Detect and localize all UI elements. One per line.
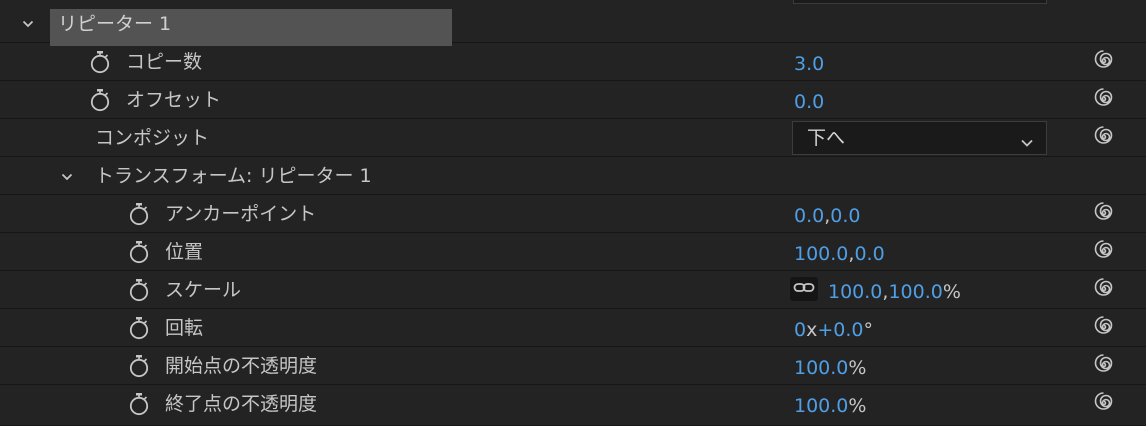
chevron-down-icon[interactable] (61, 171, 73, 183)
stopwatch-icon[interactable] (128, 392, 150, 416)
scale-label: スケール (165, 279, 242, 301)
copies-value[interactable]: 3.0 (794, 52, 824, 76)
composite-dropdown[interactable]: 下へ (792, 121, 1047, 155)
percent-unit: % (848, 395, 867, 417)
stopwatch-icon[interactable] (89, 50, 111, 74)
composite-label: コンポジット (95, 127, 210, 149)
spiral-icon[interactable] (1092, 87, 1116, 111)
spiral-icon[interactable] (1092, 277, 1116, 301)
spiral-icon[interactable] (1092, 201, 1116, 225)
start-opacity-label: 開始点の不透明度 (165, 355, 318, 377)
end-opacity-number[interactable]: 100.0 (794, 395, 848, 417)
chevron-down-icon[interactable] (22, 18, 34, 30)
anchor-point-x[interactable]: 0.0 (794, 205, 824, 227)
rotation-label: 回転 (165, 317, 204, 339)
position-row: 位置 100.0,0.0 (0, 233, 1146, 271)
rotation-degrees[interactable]: +0.0 (817, 319, 863, 341)
end-opacity-row: 終了点の不透明度 100.0% (0, 385, 1146, 426)
rotation-times: x (806, 319, 818, 341)
repeater-group-label[interactable]: リピーター 1 (58, 12, 171, 36)
position-label: 位置 (165, 241, 204, 263)
scale-y[interactable]: 100.0 (888, 281, 942, 303)
end-opacity-value: 100.0% (794, 394, 866, 418)
anchor-point-row: アンカーポイント 0.0,0.0 (0, 195, 1146, 233)
position-value: 100.0,0.0 (794, 242, 885, 266)
rotation-turns[interactable]: 0 (794, 319, 806, 341)
scale-x[interactable]: 100.0 (828, 281, 882, 303)
stopwatch-icon[interactable] (128, 202, 150, 226)
percent-unit: % (848, 357, 867, 379)
start-opacity-number[interactable]: 100.0 (794, 357, 848, 379)
anchor-point-label: アンカーポイント (165, 203, 317, 225)
repeater-group-row[interactable]: リピーター 1 (0, 4, 1146, 46)
spiral-icon[interactable] (1092, 391, 1116, 415)
stopwatch-icon[interactable] (128, 278, 150, 302)
timeline-properties-panel: リピーター 1 コピー数 3.0 オフセット 0.0 コンポジット 下へ トラン… (0, 0, 1146, 426)
link-icon[interactable] (790, 277, 818, 301)
spiral-icon[interactable] (1092, 315, 1116, 339)
stopwatch-icon[interactable] (128, 354, 150, 378)
offset-row: オフセット 0.0 (0, 81, 1146, 119)
spiral-icon[interactable] (1092, 353, 1116, 377)
transform-group-row[interactable]: トランスフォーム: リピーター 1 (0, 157, 1146, 195)
spiral-icon[interactable] (1092, 239, 1116, 263)
scale-value: 100.0,100.0% (828, 280, 961, 304)
stopwatch-icon[interactable] (89, 88, 111, 112)
position-y[interactable]: 0.0 (854, 243, 884, 265)
stopwatch-icon[interactable] (128, 240, 150, 264)
start-opacity-row: 開始点の不透明度 100.0% (0, 347, 1146, 385)
degree-sign: ° (863, 319, 873, 341)
percent-unit: % (942, 281, 961, 303)
anchor-point-y[interactable]: 0.0 (830, 205, 860, 227)
offset-label: オフセット (126, 89, 222, 111)
rotation-value: 0x+0.0° (794, 318, 873, 342)
composite-dropdown-value: 下へ (807, 127, 846, 149)
spiral-icon[interactable] (1092, 125, 1116, 149)
end-opacity-label: 終了点の不透明度 (165, 393, 318, 415)
chevron-down-icon (1020, 133, 1034, 147)
rotation-row: 回転 0x+0.0° (0, 309, 1146, 347)
transform-group-label[interactable]: トランスフォーム: リピーター 1 (95, 164, 372, 188)
scale-row: スケール 100.0,100.0% (0, 271, 1146, 309)
offset-value[interactable]: 0.0 (794, 90, 824, 114)
start-opacity-value: 100.0% (794, 356, 866, 380)
spiral-icon[interactable] (1092, 49, 1116, 73)
position-x[interactable]: 100.0 (794, 243, 848, 265)
stopwatch-icon[interactable] (128, 316, 150, 340)
copies-row: コピー数 3.0 (0, 43, 1146, 81)
anchor-point-value: 0.0,0.0 (794, 204, 860, 228)
copies-label: コピー数 (126, 51, 203, 73)
composite-row: コンポジット 下へ (0, 119, 1146, 157)
